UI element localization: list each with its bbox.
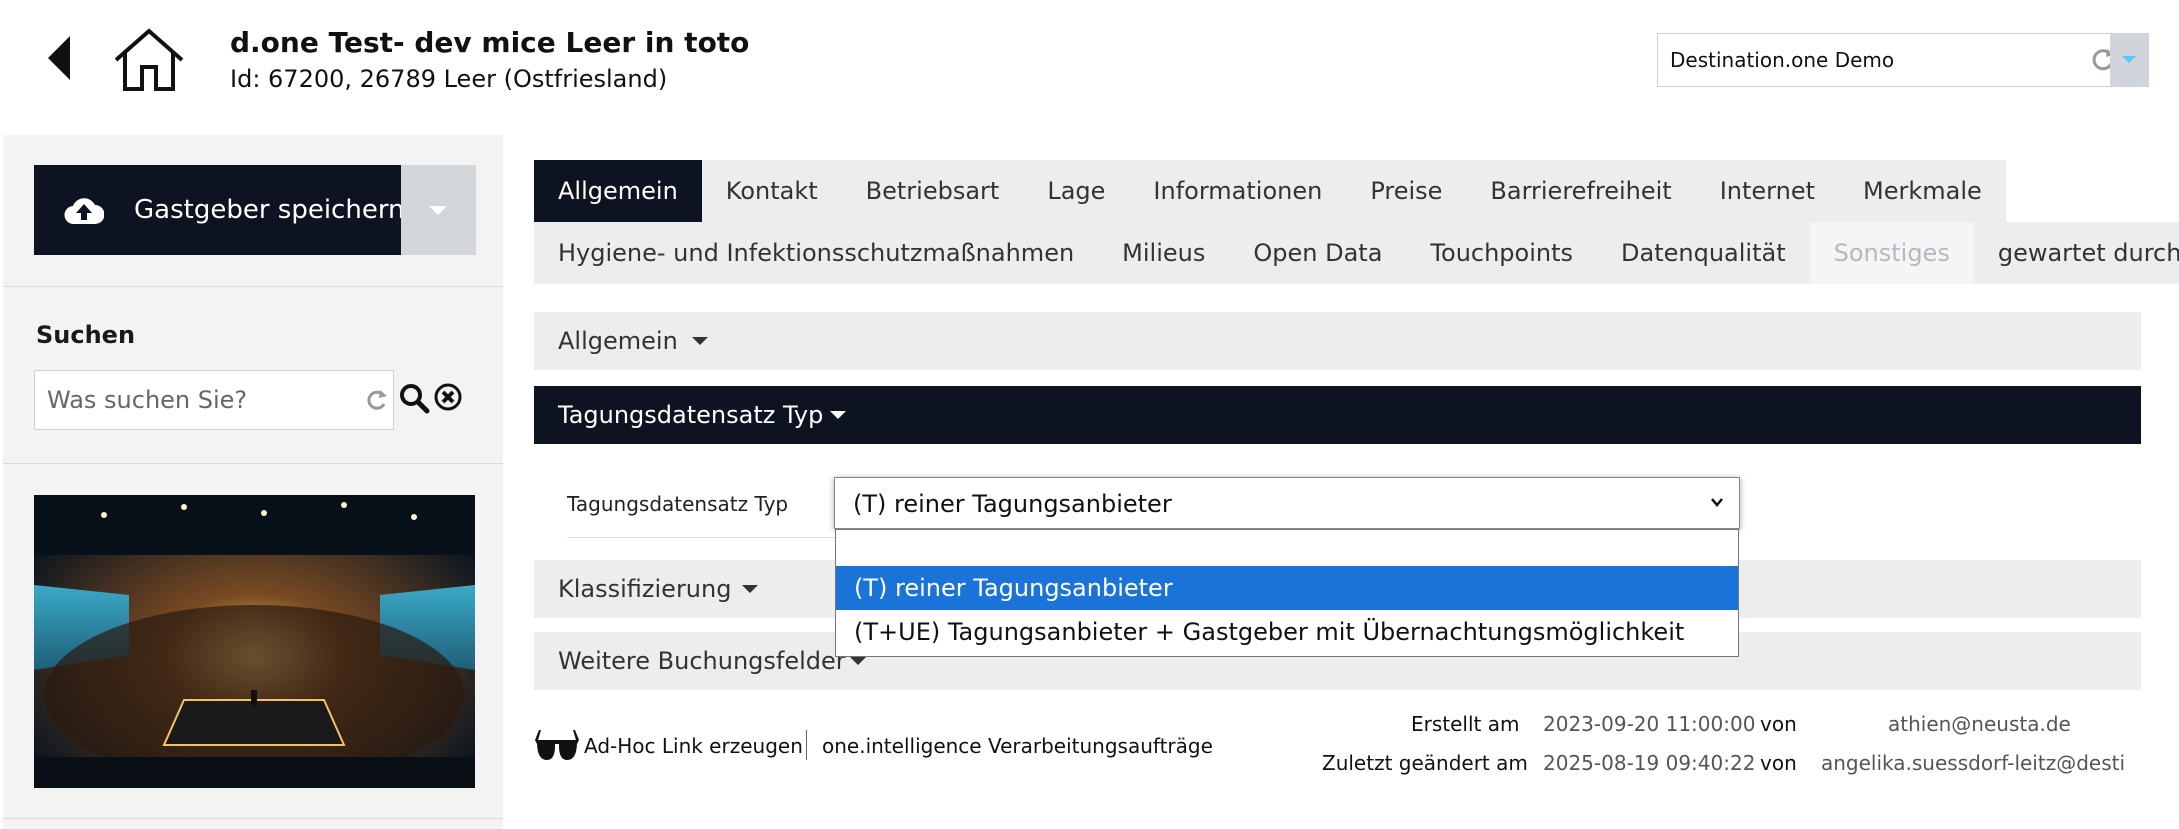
tagungsdatensatz-typ-select[interactable]: (T) reiner Tagungsanbieter — [834, 477, 1740, 529]
destination-dropdown-toggle[interactable] — [2110, 34, 2148, 86]
created-von: von — [1760, 712, 1797, 736]
section-allgemein[interactable]: Allgemein — [534, 312, 2141, 370]
tab-lage[interactable]: Lage — [1023, 160, 1129, 222]
search-box — [34, 370, 394, 430]
sidebar: Gastgeber speichern Suchen — [3, 135, 503, 829]
search-title: Suchen — [36, 321, 136, 349]
created-label: Erstellt am — [1411, 712, 1520, 736]
changed-date: 2025-08-19 09:40:22 — [1543, 751, 1756, 775]
select-option-t-ue[interactable]: (T+UE) Tagungsanbieter + Gastgeber mit Ü… — [836, 610, 1738, 654]
changed-von: von — [1760, 751, 1797, 775]
divider — [806, 730, 807, 760]
adhoc-link[interactable]: Ad-Hoc Link erzeugen — [584, 734, 803, 758]
caret-down-icon — [692, 337, 708, 345]
chevron-left-icon — [48, 36, 70, 80]
tab-internet[interactable]: Internet — [1696, 160, 1839, 222]
save-host-button[interactable]: Gastgeber speichern — [34, 165, 405, 255]
created-date: 2023-09-20 11:00:00 — [1543, 712, 1756, 736]
page-title: d.one Test- dev mice Leer in toto — [230, 26, 750, 59]
refresh-icon[interactable] — [365, 388, 389, 414]
glasses-icon — [535, 730, 579, 760]
section-title: Klassifizierung — [558, 575, 732, 603]
tab-open-data[interactable]: Open Data — [1229, 222, 1406, 284]
search-icon[interactable] — [398, 382, 430, 414]
tab-preise[interactable]: Preise — [1346, 160, 1466, 222]
tab-barrierefreiheit[interactable]: Barrierefreiheit — [1466, 160, 1695, 222]
tab-informationen[interactable]: Informationen — [1129, 160, 1346, 222]
tab-bar-secondary: Hygiene- und Infektionsschutzmaßnahmen M… — [534, 222, 2179, 284]
changed-label: Zuletzt geändert am — [1322, 751, 1528, 775]
section-title: Allgemein — [558, 327, 678, 355]
tab-sonstiges[interactable]: Sonstiges — [1809, 222, 1974, 284]
section-tagungsdatensatz-typ[interactable]: Tagungsdatensatz Typ — [534, 386, 2141, 444]
field-label-tagungsdatensatz-typ: Tagungsdatensatz Typ — [567, 492, 789, 516]
chevron-down-icon — [429, 206, 447, 215]
section-title: Tagungsdatensatz Typ — [558, 401, 824, 429]
destination-value: Destination.one Demo — [1670, 48, 1895, 72]
home-button[interactable] — [113, 27, 185, 93]
save-button-label: Gastgeber speichern — [134, 195, 405, 225]
select-option-t[interactable]: (T) reiner Tagungsanbieter — [836, 566, 1738, 610]
chevron-down-icon — [1711, 498, 1723, 507]
tab-kontakt[interactable]: Kontakt — [702, 160, 842, 222]
tab-gewartet-durch[interactable]: gewartet durch — [1974, 222, 2179, 284]
section-title: Weitere Buchungsfelder — [558, 647, 846, 675]
caret-down-icon — [830, 411, 846, 419]
destination-select[interactable]: Destination.one Demo — [1657, 33, 2149, 87]
back-button[interactable] — [46, 36, 78, 80]
divider — [567, 537, 837, 538]
host-photo[interactable] — [34, 495, 475, 788]
tab-hygiene[interactable]: Hygiene- und Infektionsschutzmaßnahmen — [534, 222, 1098, 284]
changed-by: angelika.suessdorf-leitz@destina — [1821, 751, 2125, 775]
select-value: (T) reiner Tagungsanbieter — [853, 490, 1172, 518]
select-options-list: (T) reiner Tagungsanbieter (T+UE) Tagung… — [835, 529, 1739, 657]
divider — [3, 818, 503, 819]
tab-datenqualitaet[interactable]: Datenqualität — [1597, 222, 1810, 284]
divider — [3, 286, 503, 287]
conference-hall-image — [34, 495, 475, 788]
caret-down-icon — [742, 585, 758, 593]
tab-bar-primary: Allgemein Kontakt Betriebsart Lage Infor… — [534, 160, 2006, 222]
intelligence-link[interactable]: one.intelligence Verarbeitungsaufträge — [822, 734, 1213, 758]
tab-allgemein[interactable]: Allgemein — [534, 160, 702, 222]
chevron-down-icon — [2122, 56, 2136, 63]
tab-milieus[interactable]: Milieus — [1098, 222, 1229, 284]
save-options-toggle[interactable] — [401, 165, 476, 255]
tab-betriebsart[interactable]: Betriebsart — [842, 160, 1024, 222]
tab-merkmale[interactable]: Merkmale — [1839, 160, 2006, 222]
tab-touchpoints[interactable]: Touchpoints — [1406, 222, 1597, 284]
created-by: athien@neusta.de — [1888, 712, 2071, 736]
home-icon — [114, 28, 184, 91]
page-subtitle: Id: 67200, 26789 Leer (Ostfriesland) — [230, 65, 668, 93]
caret-down-icon — [850, 657, 866, 665]
cloud-upload-icon — [64, 198, 104, 225]
divider — [3, 463, 503, 464]
search-input[interactable] — [35, 371, 355, 429]
clear-icon[interactable] — [433, 382, 463, 412]
